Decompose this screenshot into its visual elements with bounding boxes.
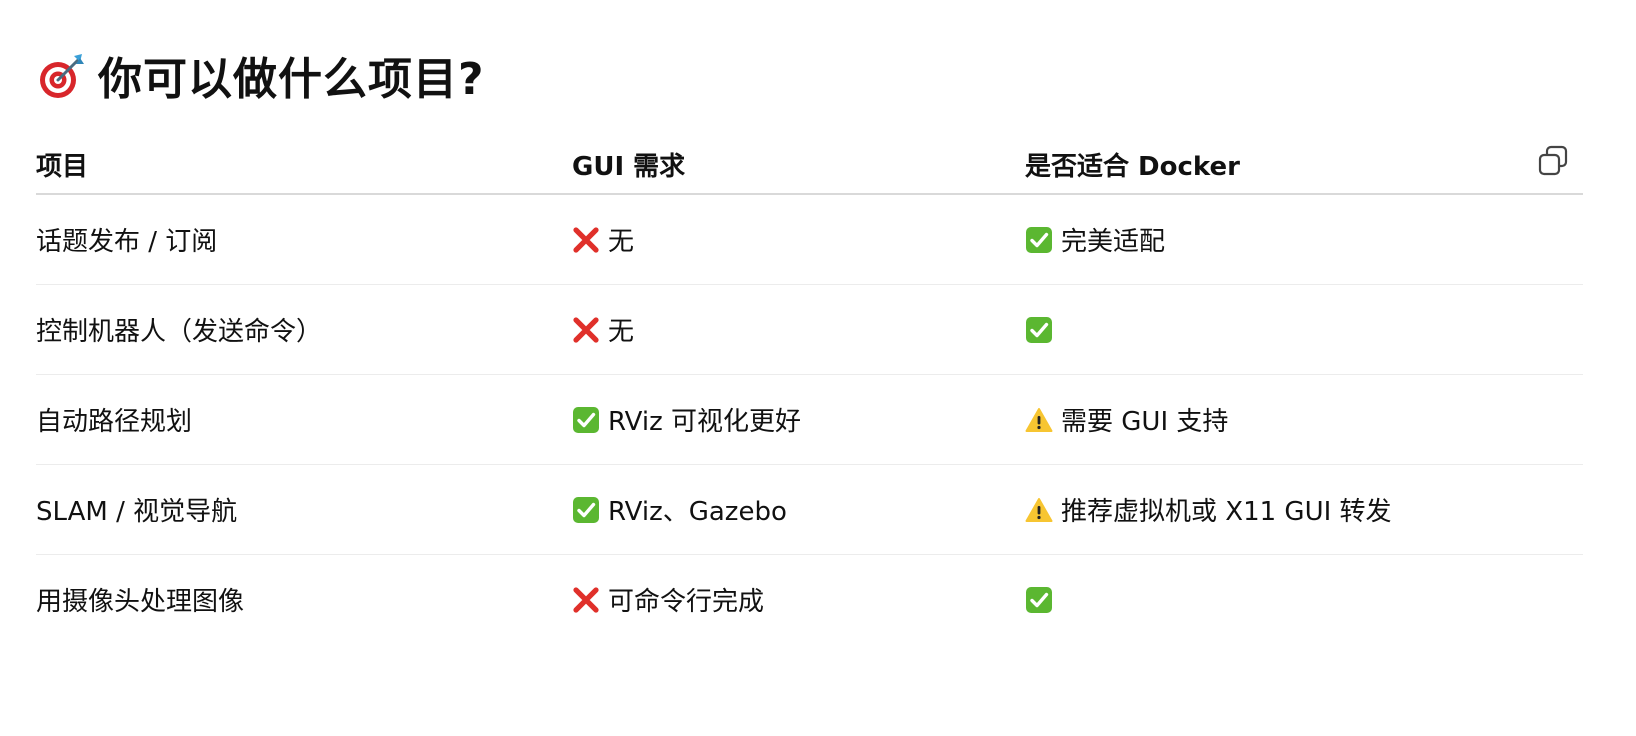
- table-row: 控制机器人（发送命令） 无: [36, 284, 1583, 375]
- table-row: SLAM / 视觉导航 RViz、Gazebo 推荐虚拟机或 X11 GUI 转发: [36, 464, 1583, 555]
- gui-text: RViz、Gazebo: [608, 497, 787, 527]
- warning-icon: [1025, 406, 1053, 434]
- project-cell: SLAM / 视觉导航: [36, 464, 572, 555]
- table-row: 话题发布 / 订阅 无 完美适配: [36, 194, 1583, 285]
- project-cell: 控制机器人（发送命令）: [36, 284, 572, 375]
- docker-cell-content: [1025, 316, 1583, 344]
- cross-mark-icon: [572, 586, 600, 614]
- docker-cell: 完美适配: [1025, 194, 1583, 285]
- docker-cell: 需要 GUI 支持: [1025, 374, 1583, 465]
- docker-cell: 推荐虚拟机或 X11 GUI 转发: [1025, 464, 1583, 555]
- gui-cell: RViz、Gazebo: [572, 464, 1025, 555]
- gui-cell-content: 无: [572, 221, 1025, 258]
- gui-text: 无: [608, 317, 635, 347]
- check-mark-icon: [1025, 226, 1053, 254]
- docker-cell: [1025, 284, 1583, 375]
- column-header-docker: 是否适合 Docker: [1025, 135, 1583, 195]
- project-table: 项目 GUI 需求 是否适合 Docker 话题发布 / 订阅无完美适配 控制机器…: [36, 135, 1583, 644]
- page-heading: 你可以做什么项目?: [36, 40, 485, 110]
- check-mark-icon: [572, 496, 600, 524]
- check-mark-icon: [1025, 316, 1053, 344]
- gui-cell: 无: [572, 284, 1025, 375]
- gui-cell: RViz 可视化更好: [572, 374, 1025, 465]
- gui-cell: 可命令行完成: [572, 555, 1025, 645]
- table-header-row: 项目 GUI 需求 是否适合 Docker: [36, 135, 1583, 195]
- docker-text: 完美适配: [1061, 227, 1166, 257]
- project-cell: 自动路径规划: [36, 374, 572, 465]
- page-title: 你可以做什么项目?: [98, 54, 485, 105]
- gui-cell-content: 可命令行完成: [572, 581, 1025, 618]
- column-header-docker-label: 是否适合 Docker: [1025, 151, 1240, 182]
- gui-text: RViz 可视化更好: [608, 407, 801, 437]
- gui-cell-content: 无: [572, 311, 1025, 348]
- table-row: 用摄像头处理图像 可命令行完成: [36, 555, 1583, 645]
- cross-mark-icon: [572, 226, 600, 254]
- copy-icon: [1538, 145, 1568, 176]
- project-cell: 话题发布 / 订阅: [36, 194, 572, 285]
- warning-icon: [1025, 496, 1053, 524]
- column-header-gui: GUI 需求: [572, 135, 1025, 195]
- gui-text: 无: [608, 227, 635, 257]
- gui-cell-content: RViz、Gazebo: [572, 491, 1025, 528]
- docker-cell-content: [1025, 586, 1583, 614]
- table-row: 自动路径规划 RViz 可视化更好 需要 GUI 支持: [36, 374, 1583, 465]
- docker-text: 推荐虚拟机或 X11 GUI 转发: [1061, 497, 1392, 527]
- copy-button[interactable]: [1535, 143, 1571, 179]
- docker-text: 需要 GUI 支持: [1061, 407, 1229, 437]
- target-dart-icon: [36, 50, 86, 100]
- project-cell: 用摄像头处理图像: [36, 587, 245, 617]
- check-mark-icon: [572, 406, 600, 434]
- cross-mark-icon: [572, 316, 600, 344]
- docker-cell-content: 完美适配: [1025, 221, 1583, 258]
- gui-cell-content: RViz 可视化更好: [572, 401, 1025, 438]
- gui-text: 可命令行完成: [608, 587, 765, 617]
- check-mark-icon: [1025, 586, 1053, 614]
- docker-cell-content: 推荐虚拟机或 X11 GUI 转发: [1025, 491, 1583, 528]
- docker-cell: [1025, 555, 1583, 645]
- column-header-project: 项目: [36, 135, 572, 195]
- gui-cell: 无: [572, 194, 1025, 285]
- docker-cell-content: 需要 GUI 支持: [1025, 401, 1583, 438]
